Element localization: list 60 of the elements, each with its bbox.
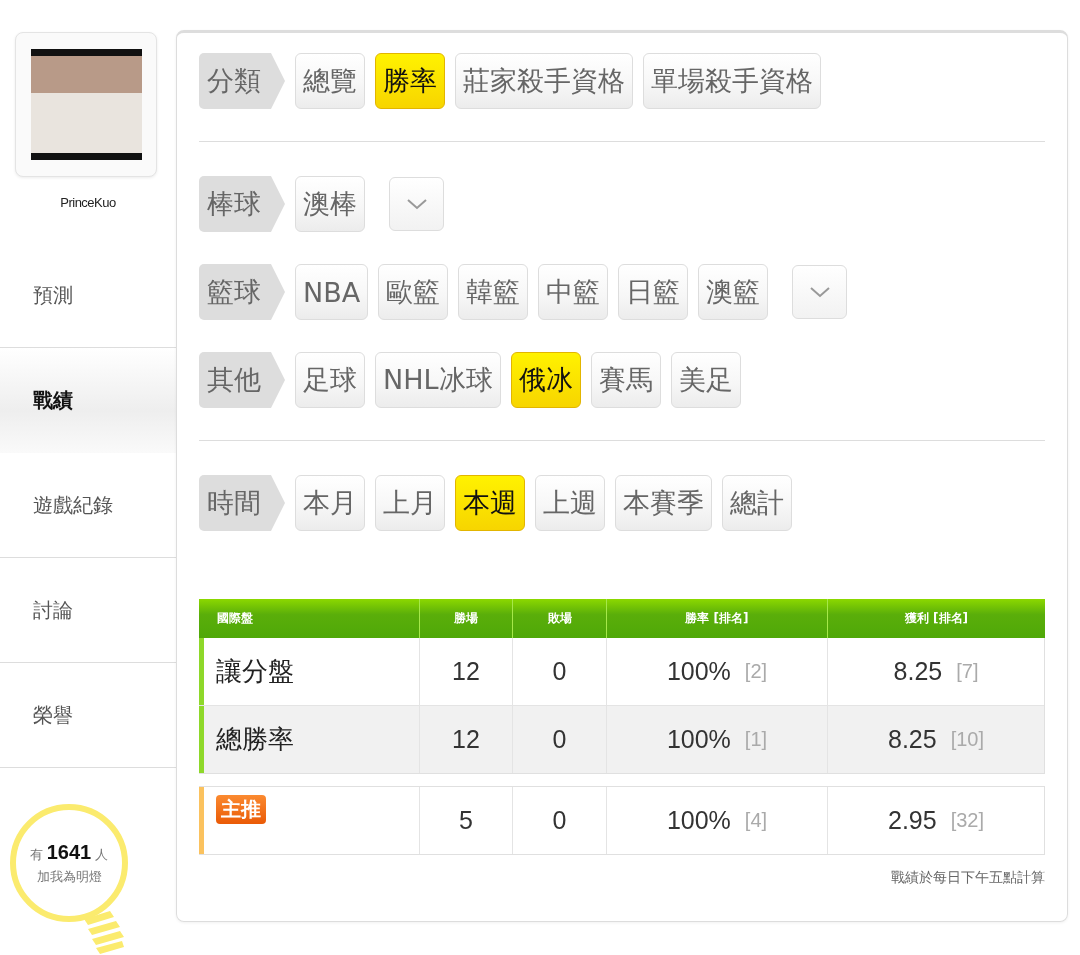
rank-value: [2] [744,660,768,683]
filter-label: 棒球 [199,176,285,232]
filter-option[interactable]: 歐籃 [378,264,449,320]
filter-option[interactable]: 上週 [535,475,605,531]
avatar-card[interactable] [15,32,157,177]
fans-prefix: 有 [29,845,43,864]
filter-option[interactable]: 莊家殺手資格 [455,53,633,109]
profit-value: 8.25 [888,725,937,754]
filter-label: 分類 [199,53,285,109]
filter-option[interactable]: 澳棒 [295,176,365,232]
filter-option[interactable]: 本週 [455,475,525,531]
filter-option[interactable]: 單場殺手資格 [643,53,821,109]
rank-value: [4] [744,809,768,832]
dropdown-button[interactable] [389,177,444,231]
profit-value: 2.95 [888,806,937,835]
fans-count: 1641 [46,840,92,864]
featured-badge: 主推 [216,795,266,824]
filter-option[interactable]: 足球 [295,352,365,408]
filter-option[interactable]: 總計 [722,475,792,531]
filter-label: 籃球 [199,264,285,320]
filter-option[interactable]: 俄冰 [510,352,581,408]
row-label: 總勝率 [216,723,294,756]
rank-value: [7] [956,660,979,683]
wins-value: 12 [452,725,480,754]
rank-value: [10] [950,728,984,751]
filter-label: 其他 [199,352,285,408]
filter-option[interactable]: 本月 [295,475,365,531]
filter-option[interactable]: 勝率 [375,53,445,109]
losses-value: 0 [552,657,567,686]
win-rate-value: 100% [666,657,731,686]
chevron-down-icon [808,286,831,298]
filter-option[interactable]: NBA [295,264,369,320]
filter-option[interactable]: 美足 [670,352,741,408]
row-label: 讓分盤 [216,655,294,688]
win-rate-value: 100% [666,725,731,754]
losses-value: 0 [552,806,567,835]
filter-option[interactable]: 澳籃 [698,264,769,320]
dropdown-button[interactable] [792,265,848,319]
filter-option[interactable]: 上月 [375,475,445,531]
win-rate-value: 100% [666,806,731,835]
footnote: 戰績於每日下午五點計算 [891,869,1045,887]
chevron-down-icon [405,198,428,210]
profit-value: 8.25 [893,657,943,686]
fans-caption: 加我為明燈 [36,867,102,886]
column-header: 國際盤 [216,610,254,627]
filter-option[interactable]: NHL冰球 [375,352,501,408]
filter-option[interactable]: 日籃 [618,264,689,320]
wins-value: 12 [452,657,480,686]
filter-option[interactable]: 總覽 [295,53,365,109]
filter-label: 時間 [199,475,285,531]
rank-value: [32] [950,809,984,832]
wins-value: 5 [459,806,473,835]
username: PrinceKuo [59,195,117,210]
filter-option[interactable]: 中籃 [538,264,609,320]
filter-option[interactable]: 賽馬 [590,352,661,408]
rank-value: [1] [744,728,768,751]
losses-value: 0 [552,725,567,754]
filter-option[interactable]: 本賽季 [615,475,712,531]
fans-suffix: 人 [95,845,109,864]
filter-option[interactable]: 韓籃 [458,264,529,320]
